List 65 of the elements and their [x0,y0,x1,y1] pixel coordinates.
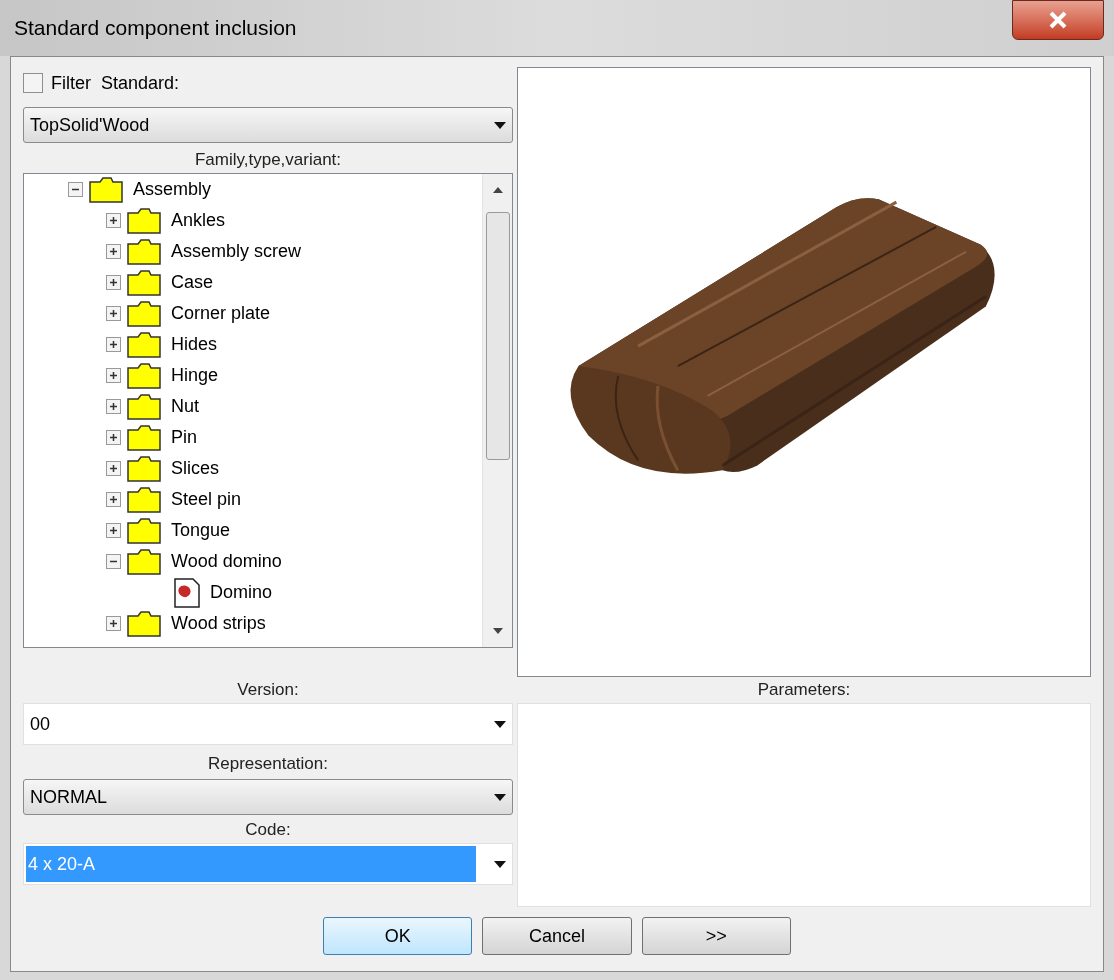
tree-item[interactable]: Hides [167,331,222,358]
expand-icon[interactable] [106,306,121,321]
tree-item[interactable]: Nut [167,393,203,420]
folder-icon [127,548,161,575]
dropdown-arrow-icon [494,793,506,801]
representation-dropdown[interactable]: NORMAL [23,779,513,815]
folder-icon [127,610,161,637]
tree-item[interactable]: Steel pin [167,486,246,513]
tree-item[interactable]: Hinge [167,362,223,389]
dialog-button[interactable]: >> [641,917,791,955]
tree-label: Family,type,variant: [194,149,342,172]
folder-icon [127,517,161,544]
standard-dropdown[interactable]: TopSolid'Wood [23,107,513,143]
tree-item[interactable]: Wood strips [167,610,270,637]
representation-label: Representation: [208,753,328,776]
window-title: Standard component inclusion [14,15,297,42]
folder-icon [127,455,161,482]
expand-icon[interactable] [106,275,121,290]
folder-icon [127,362,161,389]
tree-item[interactable]: Pin [167,424,201,451]
folder-icon [127,269,161,296]
folder-icon [127,238,161,265]
expand-icon[interactable] [106,523,121,538]
code-label: Code: [245,819,291,842]
tree-item[interactable]: Wood domino [167,548,286,575]
version-label: Version: [237,679,299,702]
expand-icon[interactable] [106,337,121,352]
filter-label: Filter Standard: [51,71,180,95]
tree-item[interactable]: Ankles [167,207,230,234]
collapse-icon[interactable] [68,182,83,197]
tree-item[interactable]: Case [167,269,218,296]
version-dropdown[interactable]: 00 [23,703,513,745]
tree-item[interactable]: Assembly [129,176,216,203]
expand-icon[interactable] [106,616,121,631]
filter-checkbox[interactable] [23,73,43,93]
tree-item[interactable]: Slices [167,455,223,482]
expand-icon[interactable] [106,430,121,445]
folder-icon [127,207,161,234]
expand-icon[interactable] [106,492,121,507]
folder-icon [127,393,161,420]
folder-icon [89,176,123,203]
collapse-icon[interactable] [106,554,121,569]
dropdown-arrow-icon [494,860,506,868]
part-file-icon [174,577,200,608]
expand-icon[interactable] [106,213,121,228]
parameters-label: Parameters: [757,679,851,702]
folder-icon [127,424,161,451]
close-button[interactable] [1012,0,1104,40]
folder-icon [127,486,161,513]
folder-icon [127,300,161,327]
tree-item[interactable]: Tongue [167,517,235,544]
dropdown-arrow-icon [494,121,506,129]
tree-item[interactable]: Assembly screw [167,238,306,265]
expand-icon[interactable] [106,244,121,259]
expand-icon[interactable] [106,461,121,476]
dialog-button[interactable]: Cancel [482,917,632,955]
close-icon [1048,11,1068,29]
expand-icon[interactable] [106,368,121,383]
tree-item[interactable]: Domino [206,579,277,606]
dialog-button[interactable]: OK [323,917,473,955]
folder-icon [127,331,161,358]
dropdown-arrow-icon [494,720,506,728]
scrollbar[interactable] [482,174,512,647]
expand-icon[interactable] [106,399,121,414]
tree-item[interactable]: Corner plate [167,300,275,327]
